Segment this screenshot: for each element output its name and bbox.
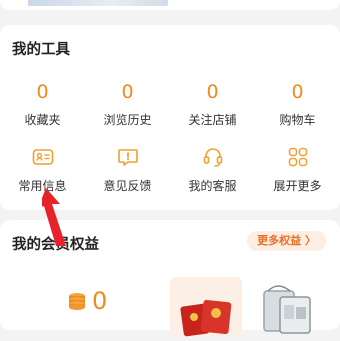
- banner-image[interactable]: [28, 0, 168, 6]
- coin-value: 0: [92, 287, 108, 315]
- id-card-icon: [32, 149, 54, 165]
- red-packet-benefit[interactable]: [170, 277, 242, 337]
- annotation-arrow-icon: [42, 188, 66, 246]
- coin-balance[interactable]: 0: [66, 288, 107, 314]
- top-card: [0, 0, 340, 10]
- tool-feedback-label: 意见反馈: [103, 179, 152, 193]
- headset-icon: [203, 148, 223, 167]
- red-packet-icon: [180, 299, 232, 337]
- tool-expand-more-label: 展开更多: [273, 179, 322, 193]
- feedback-icon: [118, 149, 138, 166]
- grid-icon: [288, 147, 308, 167]
- gift-box-benefit[interactable]: [258, 277, 318, 337]
- coin-stack-icon: [69, 293, 85, 310]
- tool-feedback[interactable]: 意见反馈: [85, 25, 170, 210]
- gift-box-icon: [263, 285, 311, 334]
- tool-customer-service-label: 我的客服: [188, 179, 237, 193]
- tool-expand-more[interactable]: 展开更多: [255, 25, 340, 210]
- tools-card: 我的工具 0 收藏夹 0 浏览历史 0 关注店铺 0 购物车 常用信息 意见反馈: [0, 25, 340, 210]
- tool-customer-service[interactable]: 我的客服: [170, 25, 255, 210]
- tool-common-info[interactable]: 常用信息: [0, 25, 85, 210]
- more-benefits-button[interactable]: 更多权益 〉: [247, 231, 326, 251]
